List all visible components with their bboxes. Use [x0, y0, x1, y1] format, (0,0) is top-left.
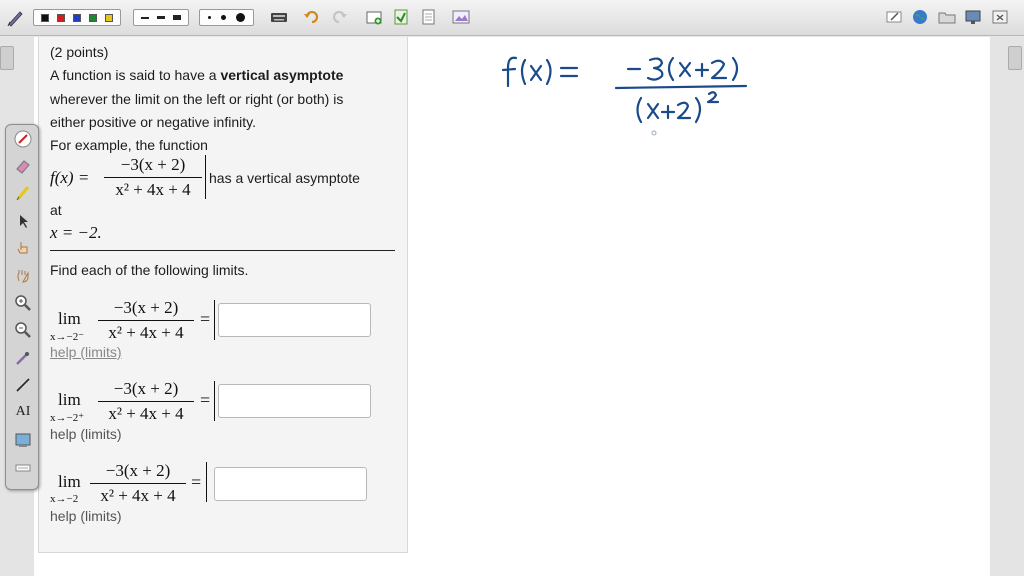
pen-icon[interactable]	[6, 9, 26, 27]
limit-1-denominator: x² + 4x + 4	[108, 323, 184, 342]
limit-1-numerator: −3(x + 2)	[113, 298, 179, 317]
top-toolbar	[0, 0, 1024, 36]
intro-bold: vertical asymptote	[220, 67, 344, 83]
green-swatch[interactable]	[89, 13, 97, 22]
at-text: at	[50, 202, 62, 218]
asymptote-text: has a vertical asymptote	[209, 170, 360, 186]
cursor-line	[205, 155, 206, 199]
cursor-line	[214, 381, 215, 421]
limit-3-denominator: x² + 4x + 4	[100, 486, 176, 505]
cursor-line	[206, 462, 207, 502]
lim-1: lim	[58, 309, 81, 328]
lim-3: lim	[58, 472, 81, 491]
points-label: (2 points)	[50, 44, 109, 60]
line-icon[interactable]	[14, 376, 32, 394]
keyboard-icon[interactable]	[270, 8, 288, 26]
red-swatch[interactable]	[57, 13, 65, 22]
limit-2-fraction: −3(x + 2) x² + 4x + 4	[98, 379, 194, 424]
lim-1-subscript: x→−2⁻	[50, 331, 85, 343]
help-link-3[interactable]: help (limits)	[50, 508, 122, 524]
edit-icon[interactable]	[885, 8, 903, 26]
example-lead: For example, the function	[50, 137, 208, 153]
insert-page-icon[interactable]	[392, 8, 410, 26]
answer-input-2[interactable]	[218, 384, 371, 418]
asymptote-value: x = −2.	[50, 223, 102, 243]
lim-2: lim	[58, 390, 81, 409]
equals-1: =	[200, 309, 211, 329]
pen-icon[interactable]	[14, 130, 32, 148]
right-page-tab[interactable]	[1008, 46, 1022, 70]
help-link-1[interactable]: help (limits)	[50, 344, 122, 360]
page-icon[interactable]	[419, 8, 437, 26]
eraser-icon[interactable]	[14, 157, 32, 175]
tool-palette: AI	[5, 124, 39, 490]
globe-icon[interactable]	[911, 8, 929, 26]
asymptote-equation: x = −2	[50, 223, 98, 242]
equals-3: =	[191, 472, 202, 492]
zoom-out-icon[interactable]	[14, 321, 32, 339]
medium-dot-option[interactable]	[221, 15, 226, 20]
intro-line-2: wherever the limit on the left or right …	[50, 91, 344, 107]
image-icon[interactable]	[452, 8, 470, 26]
folder-icon[interactable]	[938, 8, 956, 26]
intro-line-3: either positive or negative infinity.	[50, 114, 256, 130]
point-sizes	[199, 9, 254, 26]
left-page-tab[interactable]	[0, 46, 14, 70]
pointer-icon[interactable]	[14, 212, 32, 230]
fraction-bar	[98, 401, 194, 402]
pan-hand-icon[interactable]	[14, 266, 32, 284]
hand-pointer-icon[interactable]	[14, 239, 32, 257]
intro-text: A function is said to have a	[50, 67, 221, 83]
yellow-swatch[interactable]	[105, 13, 113, 22]
example-numerator: −3(x + 2)	[120, 155, 186, 174]
limit-1-fraction: −3(x + 2) x² + 4x + 4	[98, 298, 194, 343]
limit-2-denominator: x² + 4x + 4	[108, 404, 184, 423]
color-swatches	[33, 9, 121, 26]
eyedropper-icon[interactable]	[14, 349, 32, 367]
screen-capture-icon[interactable]	[14, 431, 32, 449]
cursor-line	[214, 300, 215, 340]
text-icon[interactable]: AI	[14, 403, 32, 421]
equals-2: =	[200, 390, 211, 410]
redo-icon[interactable]	[330, 8, 348, 26]
zoom-in-icon[interactable]	[14, 294, 32, 312]
medium-line-option[interactable]	[157, 16, 165, 19]
screen-icon[interactable]	[964, 8, 982, 26]
divider	[50, 250, 395, 251]
answer-input-3[interactable]	[214, 467, 367, 501]
answer-input-1[interactable]	[218, 303, 371, 337]
black-swatch[interactable]	[41, 13, 49, 22]
fraction-bar	[90, 483, 186, 484]
keyboard-icon[interactable]	[14, 459, 32, 477]
limit-3-numerator: −3(x + 2)	[105, 461, 171, 480]
limit-3-fraction: −3(x + 2) x² + 4x + 4	[90, 461, 186, 506]
close-icon[interactable]	[991, 8, 1009, 26]
period: .	[97, 223, 102, 242]
example-denominator: x² + 4x + 4	[115, 180, 191, 199]
help-link-2[interactable]: help (limits)	[50, 426, 122, 442]
undo-icon[interactable]	[303, 8, 321, 26]
example-fraction: −3(x + 2) x² + 4x + 4	[104, 155, 202, 200]
lim-2-subscript: x→−2⁺	[50, 412, 85, 424]
new-page-icon[interactable]	[365, 8, 383, 26]
large-dot-option[interactable]	[236, 13, 245, 22]
fraction-bar	[98, 320, 194, 321]
fraction-bar	[104, 177, 202, 178]
intro-line-1: A function is said to have a vertical as…	[50, 67, 343, 83]
thin-line-option[interactable]	[141, 16, 149, 19]
line-styles	[133, 9, 189, 26]
lim-3-subscript: x→−2	[50, 493, 79, 505]
function-lhs: f(x) =	[50, 168, 90, 187]
instructions: Find each of the following limits.	[50, 262, 249, 278]
limit-2-numerator: −3(x + 2)	[113, 379, 179, 398]
thick-line-option[interactable]	[173, 15, 181, 20]
highlighter-icon[interactable]	[14, 184, 32, 202]
small-dot-option[interactable]	[208, 16, 211, 19]
blue-swatch[interactable]	[73, 13, 81, 22]
